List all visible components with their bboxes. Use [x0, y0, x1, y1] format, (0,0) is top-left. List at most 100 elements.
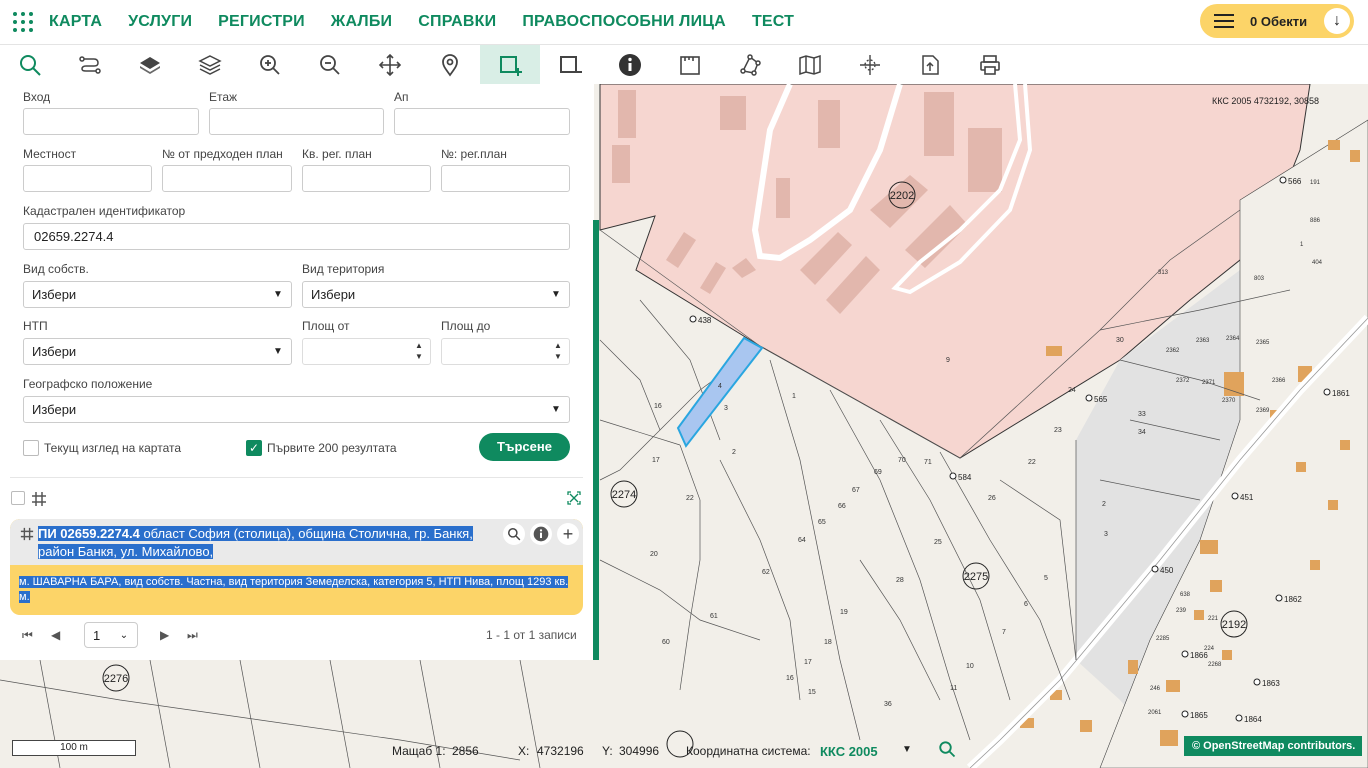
- last-page-icon[interactable]: ⏭: [187, 628, 198, 643]
- cadastral-id-input[interactable]: 02659.2274.4: [23, 223, 570, 250]
- floor-input[interactable]: [209, 108, 384, 135]
- search-button[interactable]: Търсене: [479, 433, 570, 461]
- layer-icon[interactable]: [120, 45, 180, 85]
- svg-text:2: 2: [1102, 501, 1106, 508]
- info-icon[interactable]: [600, 45, 660, 85]
- map-toolbar: [0, 44, 1368, 85]
- apps-grid-icon[interactable]: [11, 10, 35, 34]
- result-card[interactable]: ПИ 02659.2274.4 област София (столица), …: [10, 519, 583, 615]
- panel-scrollbar[interactable]: [593, 220, 599, 660]
- chevron-down-icon: ▼: [273, 346, 283, 357]
- coord-search-icon[interactable]: [938, 740, 956, 758]
- svg-text:450: 450: [1160, 566, 1174, 575]
- nav-complaints[interactable]: ЖАЛБИ: [331, 13, 392, 31]
- geo-select[interactable]: Избери ▼: [23, 396, 570, 423]
- reg-plan-no-input[interactable]: [441, 165, 570, 192]
- svg-text:61: 61: [710, 613, 718, 620]
- nav-licensed-persons[interactable]: ПРАВОСПОСОБНИ ЛИЦА: [522, 13, 726, 31]
- svg-text:2371: 2371: [1202, 380, 1216, 386]
- svg-text:33: 33: [1138, 411, 1146, 418]
- download-icon[interactable]: ↓: [1324, 8, 1350, 34]
- svg-text:16: 16: [786, 675, 794, 682]
- svg-text:2369: 2369: [1256, 408, 1270, 414]
- deselect-rectangle-icon[interactable]: [540, 45, 600, 85]
- svg-text:18: 18: [824, 639, 832, 646]
- current-view-checkbox[interactable]: [23, 440, 39, 456]
- coordinates-icon[interactable]: [840, 45, 900, 85]
- select-rectangle-icon[interactable]: [480, 45, 540, 85]
- svg-text:11: 11: [950, 685, 957, 692]
- ownership-value: Избери: [32, 287, 77, 302]
- territory-select[interactable]: Избери ▼: [302, 281, 570, 308]
- zoom-to-icon[interactable]: [503, 523, 525, 545]
- nav-services[interactable]: УСЛУГИ: [128, 13, 192, 31]
- objects-button[interactable]: 0 Обекти ↓: [1200, 4, 1354, 38]
- svg-text:15: 15: [808, 689, 816, 696]
- next-page-icon[interactable]: ▶: [160, 628, 169, 642]
- crs-value[interactable]: ККС 2005: [820, 744, 878, 759]
- pan-icon[interactable]: [360, 45, 420, 85]
- nav-test[interactable]: ТЕСТ: [752, 13, 794, 31]
- grid-icon: [20, 527, 34, 541]
- map-icon[interactable]: [780, 45, 840, 85]
- location-pin-icon[interactable]: [420, 45, 480, 85]
- nav-reports[interactable]: СПРАВКИ: [418, 13, 496, 31]
- block-reg-plan-input[interactable]: [302, 165, 431, 192]
- first-page-icon[interactable]: ⏮: [22, 628, 33, 643]
- measure-icon[interactable]: [660, 45, 720, 85]
- nav-registers[interactable]: РЕГИСТРИ: [218, 13, 305, 31]
- apartment-label: Ап: [394, 90, 409, 104]
- svg-text:2362: 2362: [1166, 348, 1180, 354]
- svg-text:30: 30: [1116, 337, 1124, 344]
- area-to-stepper[interactable]: ▲ ▼: [441, 338, 570, 365]
- grid-icon[interactable]: [31, 491, 47, 507]
- svg-text:34: 34: [1138, 429, 1146, 436]
- first200-checkbox[interactable]: ✓: [246, 440, 262, 456]
- svg-text:246: 246: [1150, 686, 1161, 692]
- info-icon[interactable]: [530, 523, 552, 545]
- osm-attribution[interactable]: © OpenStreetMap contributors.: [1184, 736, 1362, 756]
- chevron-down-icon: ▼: [551, 404, 561, 415]
- zoom-in-icon[interactable]: [240, 45, 300, 85]
- add-icon[interactable]: +: [557, 523, 579, 545]
- export-icon[interactable]: [900, 45, 960, 85]
- expand-icon[interactable]: [567, 491, 581, 505]
- route-tool-icon[interactable]: [60, 45, 120, 85]
- ntp-select[interactable]: Избери ▼: [23, 338, 292, 365]
- svg-text:1866: 1866: [1190, 651, 1208, 660]
- objects-count: 0 Обекти: [1250, 13, 1308, 29]
- nav-map[interactable]: КАРТА: [49, 13, 102, 31]
- search-tool-icon[interactable]: [0, 45, 60, 85]
- svg-text:7: 7: [1002, 629, 1006, 636]
- svg-text:886: 886: [1310, 218, 1321, 224]
- svg-text:17: 17: [804, 659, 812, 666]
- layers-icon[interactable]: [180, 45, 240, 85]
- geo-label: Географско положение: [23, 377, 153, 391]
- prev-plan-no-input[interactable]: [162, 165, 292, 192]
- menu-icon: [1214, 14, 1234, 28]
- svg-text:5: 5: [1044, 575, 1048, 582]
- svg-text:2363: 2363: [1196, 338, 1210, 344]
- stepper-arrows-icon[interactable]: ▲ ▼: [549, 340, 567, 362]
- zoom-out-icon[interactable]: [300, 45, 360, 85]
- status-bar: 100 m Мащаб 1: 2856 X: 4732196 Y: 304996…: [0, 738, 1368, 762]
- y-label: Y:: [602, 744, 613, 758]
- divider: [10, 477, 583, 478]
- ntp-label: НТП: [23, 319, 48, 333]
- page-select[interactable]: 1 ⌄: [84, 622, 138, 648]
- parcel-label: 2275: [964, 571, 988, 583]
- locality-input[interactable]: [23, 165, 152, 192]
- stepper-arrows-icon[interactable]: ▲ ▼: [410, 340, 428, 362]
- polygon-edit-icon[interactable]: [720, 45, 780, 85]
- svg-text:19: 19: [840, 609, 848, 616]
- crs-label: Координатна система:: [686, 744, 811, 758]
- crs-dropdown-icon[interactable]: ▼: [902, 744, 912, 755]
- area-from-stepper[interactable]: ▲ ▼: [302, 338, 431, 365]
- ownership-select[interactable]: Избери ▼: [23, 281, 292, 308]
- print-icon[interactable]: [960, 45, 1020, 85]
- apartment-input[interactable]: [394, 108, 570, 135]
- svg-text:451: 451: [1240, 493, 1254, 502]
- select-all-checkbox[interactable]: [11, 491, 25, 505]
- prev-page-icon[interactable]: ◀: [51, 628, 60, 642]
- entrance-input[interactable]: [23, 108, 199, 135]
